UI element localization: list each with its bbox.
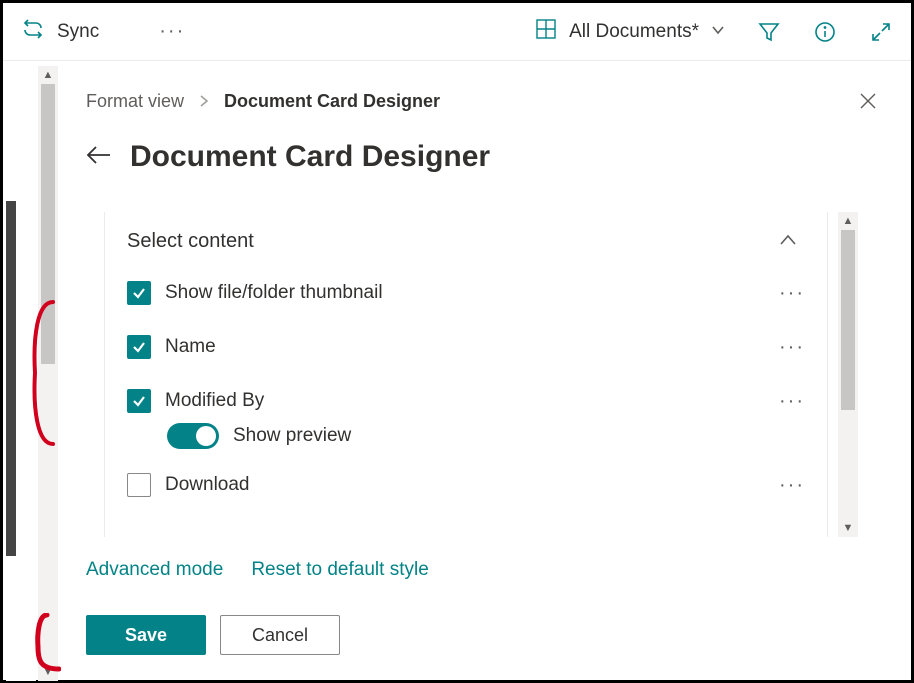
sync-label: Sync <box>57 21 99 43</box>
row-more-icon[interactable]: ··· <box>779 390 805 413</box>
row-thumbnail: Show file/folder thumbnail ··· <box>127 281 805 305</box>
save-button[interactable]: Save <box>86 615 206 655</box>
toggle-show-preview[interactable] <box>167 423 219 449</box>
row-more-icon[interactable]: ··· <box>779 282 805 305</box>
filter-icon[interactable] <box>757 20 781 44</box>
toggle-row-preview: Show preview <box>167 423 805 449</box>
scroll-track[interactable] <box>38 84 58 663</box>
view-selector[interactable]: All Documents* <box>535 18 725 46</box>
toggle-knob <box>196 426 216 446</box>
title-row: Document Card Designer <box>86 140 880 174</box>
toggle-label: Show preview <box>233 425 351 447</box>
chevron-up-icon <box>779 230 797 253</box>
button-row: Save Cancel <box>86 615 880 655</box>
chevron-down-icon <box>711 21 725 43</box>
row-label: Name <box>165 336 216 358</box>
row-label: Show file/folder thumbnail <box>165 282 383 304</box>
sync-button[interactable]: Sync <box>21 18 99 46</box>
back-arrow-icon[interactable] <box>86 144 112 171</box>
chevron-right-icon <box>198 91 210 112</box>
row-more-icon[interactable]: ··· <box>779 336 805 359</box>
sync-icon <box>21 18 45 46</box>
row-modified-by: Modified By ··· <box>127 389 805 413</box>
checkbox-modified-by[interactable] <box>127 389 151 413</box>
scroll-up-arrow[interactable]: ▲ <box>843 212 854 230</box>
section-title: Select content <box>127 230 254 253</box>
cancel-button[interactable]: Cancel <box>220 615 340 655</box>
breadcrumb-current: Document Card Designer <box>224 91 440 112</box>
scroll-down-arrow[interactable]: ▼ <box>43 663 54 681</box>
info-icon[interactable] <box>813 20 837 44</box>
content-scroll: Select content Show file/folder thumbnai… <box>104 212 828 537</box>
left-scrollbar[interactable]: ▲ ▼ <box>38 66 58 681</box>
content-area: Select content Show file/folder thumbnai… <box>86 212 880 537</box>
scroll-track[interactable] <box>838 230 858 519</box>
toolbar-right: All Documents* <box>535 18 893 46</box>
tiles-icon <box>535 18 557 46</box>
reset-link[interactable]: Reset to default style <box>251 559 428 581</box>
background-thumbnail <box>6 201 16 556</box>
row-label: Modified By <box>165 390 264 412</box>
panel-inner: Format view Document Card Designer Docum… <box>62 61 908 677</box>
row-download: Download ··· <box>127 473 805 497</box>
row-more-icon[interactable]: ··· <box>779 474 805 497</box>
scroll-down-arrow[interactable]: ▼ <box>843 519 854 537</box>
designer-panel: ▲ ▼ Format view Document Card Designer D… <box>38 61 908 677</box>
links-row: Advanced mode Reset to default style <box>86 559 880 581</box>
page-title: Document Card Designer <box>130 140 490 174</box>
view-label: All Documents* <box>569 21 699 43</box>
scroll-thumb[interactable] <box>41 84 55 364</box>
background-strip <box>6 61 36 681</box>
checkbox-download[interactable] <box>127 473 151 497</box>
command-bar: Sync ··· All Documents* <box>3 3 911 61</box>
breadcrumb-root[interactable]: Format view <box>86 91 184 112</box>
toolbar-left: Sync ··· <box>21 18 185 46</box>
scroll-up-arrow[interactable]: ▲ <box>43 66 54 84</box>
row-label: Download <box>165 474 250 496</box>
breadcrumb: Format view Document Card Designer <box>86 91 880 112</box>
scroll-thumb[interactable] <box>841 230 855 410</box>
checkbox-thumbnail[interactable] <box>127 281 151 305</box>
checkbox-name[interactable] <box>127 335 151 359</box>
close-icon[interactable] <box>858 91 878 116</box>
advanced-mode-link[interactable]: Advanced mode <box>86 559 223 581</box>
right-scrollbar[interactable]: ▲ ▼ <box>838 212 858 537</box>
row-name: Name ··· <box>127 335 805 359</box>
expand-icon[interactable] <box>869 20 893 44</box>
overflow-icon[interactable]: ··· <box>159 20 185 43</box>
section-header[interactable]: Select content <box>127 230 805 253</box>
